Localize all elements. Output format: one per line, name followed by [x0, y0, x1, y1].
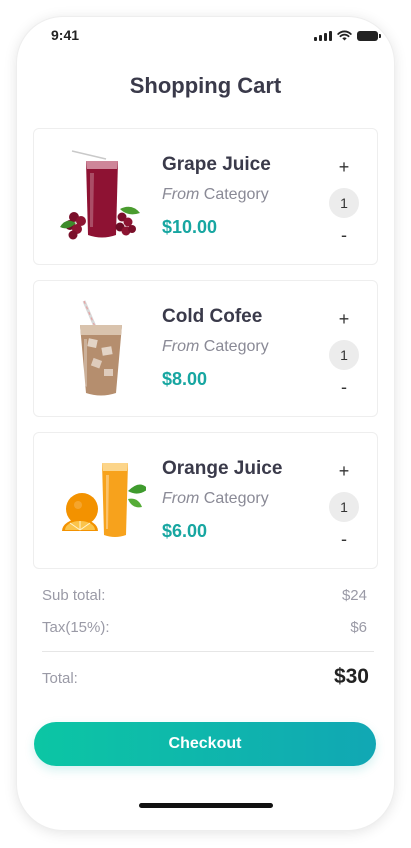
status-time: 9:41 [51, 27, 80, 43]
status-icons [314, 30, 381, 41]
subtotal-value: $24 [341, 587, 367, 604]
product-category: From Category [162, 490, 269, 508]
quantity-decrease-button[interactable]: - [330, 224, 358, 246]
total-label: Total: [42, 670, 78, 687]
phone-frame: 9:41 Shopping Cart Grape Juice From Cate… [17, 17, 394, 830]
quantity-increase-button[interactable]: + [330, 156, 358, 178]
product-price: $6.00 [162, 521, 208, 541]
checkout-button[interactable]: Checkout [34, 722, 376, 766]
product-price: $10.00 [162, 217, 218, 237]
tax-value: $6 [350, 619, 367, 636]
quantity-decrease-button[interactable]: - [330, 528, 358, 550]
total-value: $30 [333, 665, 369, 688]
product-category: From Category [162, 186, 269, 204]
battery-icon [357, 30, 381, 41]
subtotal-label: Sub total: [42, 587, 106, 604]
status-bar: 9:41 [17, 17, 394, 57]
quantity-value: 1 [329, 188, 359, 218]
signal-icon [314, 30, 332, 41]
quantity-decrease-button[interactable]: - [330, 376, 358, 398]
tax-label: Tax(15%): [42, 619, 110, 636]
product-name: Grape Juice [162, 154, 271, 175]
cart-item: Cold Cofee From Category $8.00 + 1 - [33, 280, 378, 417]
tax-row: Tax(15%): $6 [42, 619, 367, 636]
subtotal-row: Sub total: $24 [42, 587, 367, 604]
category-name: Category [203, 490, 269, 507]
cart-list: Grape Juice From Category $10.00 + 1 - C… [33, 128, 378, 584]
page-title: Shopping Cart [129, 73, 282, 98]
category-prefix: From [162, 338, 200, 355]
category-prefix: From [162, 186, 200, 203]
quantity-value: 1 [329, 340, 359, 370]
category-name: Category [203, 338, 269, 355]
home-indicator [139, 803, 273, 808]
cart-item: Orange Juice From Category $6.00 + 1 - [33, 432, 378, 569]
cart-item: Grape Juice From Category $10.00 + 1 - [33, 128, 378, 265]
wifi-icon [337, 30, 352, 41]
product-category: From Category [162, 338, 269, 356]
product-name: Orange Juice [162, 458, 283, 479]
quantity-increase-button[interactable]: + [330, 308, 358, 330]
quantity-increase-button[interactable]: + [330, 460, 358, 482]
iced-coffee-image [80, 300, 122, 396]
product-name: Cold Cofee [162, 306, 263, 327]
product-price: $8.00 [162, 369, 208, 389]
quantity-value: 1 [329, 492, 359, 522]
category-name: Category [203, 186, 269, 203]
grape-juice-image [60, 150, 140, 240]
divider [42, 651, 374, 652]
orange-juice-image [62, 463, 146, 537]
category-prefix: From [162, 490, 200, 507]
